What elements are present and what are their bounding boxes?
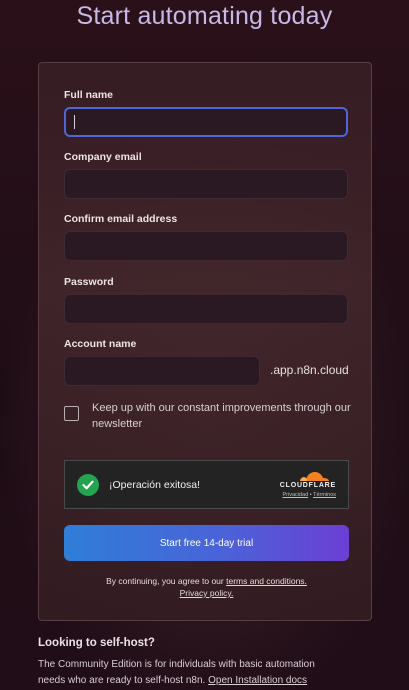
company-email-field[interactable] [64,169,348,199]
password-label: Password [64,276,114,288]
page-title: Start automating today [76,2,333,30]
legal-prefix: By continuing, you agree to our [106,576,224,586]
confirm-email-field[interactable] [64,231,348,261]
terms-link[interactable]: terms and conditions. [226,576,307,586]
installation-docs-link[interactable]: Open Installation docs [208,675,307,686]
captcha-links: Privacidad • Términos [282,492,336,498]
full-name-field[interactable] [64,107,348,137]
cloudflare-captcha[interactable]: ¡Operación exitosa! CLOUDFLARE Privacida… [64,460,349,509]
captcha-terms-link[interactable]: Términos [313,492,336,498]
full-name-label: Full name [64,89,114,101]
captcha-privacy-link[interactable]: Privacidad [282,492,308,498]
account-name-label: Account name [64,338,137,350]
legal-notice: By continuing, you agree to our terms an… [64,575,349,599]
cloudflare-wordmark: CLOUDFLARE [279,482,336,489]
password-field[interactable] [64,294,348,324]
captcha-status: ¡Operación exitosa! [109,479,201,491]
confirm-email-label: Confirm email address [64,213,178,225]
selfhost-title: Looking to self-host? [38,637,155,649]
newsletter-label: Keep up with our constant improvements t… [92,402,351,430]
check-circle-icon [77,474,99,496]
company-email-label: Company email [64,151,142,163]
newsletter-checkbox[interactable] [64,406,79,421]
privacy-link[interactable]: Privacy policy. [180,588,234,598]
account-domain-suffix: .app.n8n.cloud [270,363,349,377]
account-name-field[interactable] [64,356,260,386]
signup-card: Full name Company email Confirm email ad… [38,62,372,621]
start-trial-button[interactable]: Start free 14-day trial [64,525,349,561]
captcha-link-separator: • [309,492,312,498]
text-caret [74,115,75,129]
selfhost-description: The Community Edition is for individuals… [38,657,338,689]
